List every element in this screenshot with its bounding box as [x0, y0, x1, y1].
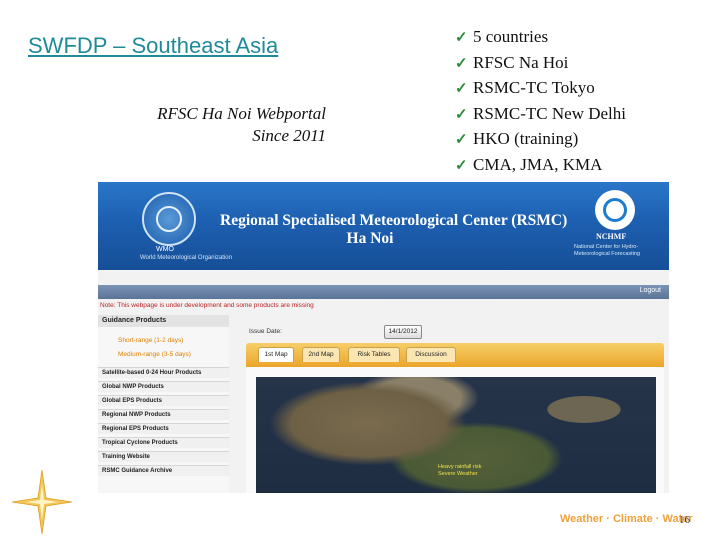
- wmo-logo-icon: [142, 192, 196, 246]
- portal-banner-title: Regional Specialised Meteorological Cent…: [220, 212, 580, 248]
- sidebar-item-regional-nwp[interactable]: Regional NWP Products: [98, 409, 229, 420]
- slide-title: SWFDP – Southeast Asia: [28, 33, 279, 58]
- sidebar-item-tropical-cyclone[interactable]: Tropical Cyclone Products: [98, 437, 229, 448]
- tab-2nd-map[interactable]: 2nd Map: [302, 347, 340, 362]
- wmo-logo-text: WMO World Meteorological Organization: [140, 246, 232, 262]
- portal-navbar: Logout: [98, 285, 669, 299]
- map-annotation-label: Heavy rainfall risk Severe Weather: [438, 464, 481, 478]
- banner-title-line-1: Regional Specialised Meteorological Cent…: [220, 212, 568, 229]
- checklist-item: ✓ RSMC-TC New Delhi: [455, 102, 626, 128]
- sidebar-item-global-eps[interactable]: Global EPS Products: [98, 395, 229, 406]
- footer-brand-text: Weather · Climate · Water: [560, 513, 693, 525]
- check-mark-icon: ✓: [455, 106, 468, 123]
- check-mark-icon: ✓: [455, 81, 468, 97]
- issue-date-button[interactable]: 14/1/2012: [384, 325, 422, 339]
- nchmf-subtitle-line-2: Meteorological Forecasting: [574, 251, 641, 257]
- slide-subtitle: RFSC Ha Noi Webportal Since 2011: [110, 103, 326, 147]
- checklist-item-text: CMA, JMA, KMA: [473, 154, 603, 174]
- map-tabbar: 1st Map 2nd Map Risk Tables Discussion: [246, 343, 664, 367]
- page-number: 16: [679, 514, 690, 526]
- checklist-item: ✓ 5 countries: [455, 25, 626, 51]
- map-annotation-line-1: Heavy rainfall risk: [438, 464, 482, 470]
- subtitle-line-1: RFSC Ha Noi Webportal: [157, 104, 326, 123]
- sidebar-subitem-short-range[interactable]: Short-range (1-2 days): [118, 337, 183, 344]
- portal-sidebar: Guidance Products Short-range (1-2 days)…: [98, 315, 229, 493]
- checklist-item: ✓ HKO (training): [455, 127, 626, 153]
- nchmf-logo-icon: [595, 190, 635, 230]
- check-mark-icon: ✓: [455, 157, 468, 174]
- webportal-screenshot: WMO World Meteorological Organization Re…: [98, 182, 669, 493]
- nchmf-subtitle-line-1: National Center for Hydro-: [574, 244, 639, 250]
- checklist-item: ✓ RFSC Na Hoi: [455, 51, 626, 77]
- nchmf-label: NCHMF: [596, 232, 627, 241]
- wmo-label: WMO: [156, 246, 174, 253]
- nchmf-subtitle: National Center for Hydro- Meteorologica…: [574, 244, 664, 258]
- subtitle-line-2: Since 2011: [252, 126, 326, 145]
- checklist-item-text: RSMC-TC Tokyo: [473, 78, 595, 97]
- sidebar-item-archive[interactable]: RSMC Guidance Archive: [98, 465, 229, 476]
- sidebar-item-training[interactable]: Training Website: [98, 451, 229, 462]
- checklist-item-text: RFSC Na Hoi: [473, 52, 569, 72]
- wmo-subtitle: World Meteorological Organization: [140, 255, 232, 261]
- tab-1st-map[interactable]: 1st Map: [258, 347, 294, 362]
- tab-risk-tables[interactable]: Risk Tables: [348, 347, 400, 362]
- development-notice: Note: This webpage is under development …: [100, 302, 314, 309]
- map-annotation-line-2: Severe Weather: [438, 471, 478, 477]
- tab-discussion[interactable]: Discussion: [406, 347, 456, 362]
- checklist-item-text: 5 countries: [473, 27, 549, 46]
- banner-title-line-2: Ha Noi: [346, 230, 394, 247]
- sidebar-item-global-nwp[interactable]: Global NWP Products: [98, 381, 229, 392]
- sidebar-item-satellite[interactable]: Satellite-based 0-24 Hour Products: [98, 367, 229, 378]
- sidebar-subitem-medium-range[interactable]: Medium-range (3-5 days): [118, 351, 191, 358]
- checklist-item-text: HKO (training): [473, 129, 579, 148]
- sidebar-header-guidance[interactable]: Guidance Products: [98, 315, 229, 327]
- compass-star-icon: [12, 470, 72, 534]
- sidebar-item-regional-eps[interactable]: Regional EPS Products: [98, 423, 229, 434]
- issue-date-label: Issue Date:: [249, 328, 282, 335]
- checklist-item: ✓ CMA, JMA, KMA: [455, 153, 626, 179]
- check-mark-icon: ✓: [455, 132, 468, 148]
- logout-link[interactable]: Logout: [640, 287, 661, 294]
- checklist-item: ✓ RSMC-TC Tokyo: [455, 76, 626, 102]
- bullet-checklist: ✓ 5 countries ✓ RFSC Na Hoi ✓ RSMC-TC Tokyo…: [455, 25, 626, 178]
- check-mark-icon: ✓: [455, 55, 468, 72]
- checklist-item-text: RSMC-TC New Delhi: [473, 103, 626, 123]
- check-mark-icon: ✓: [455, 30, 468, 46]
- portal-banner: WMO World Meteorological Organization Re…: [98, 182, 669, 270]
